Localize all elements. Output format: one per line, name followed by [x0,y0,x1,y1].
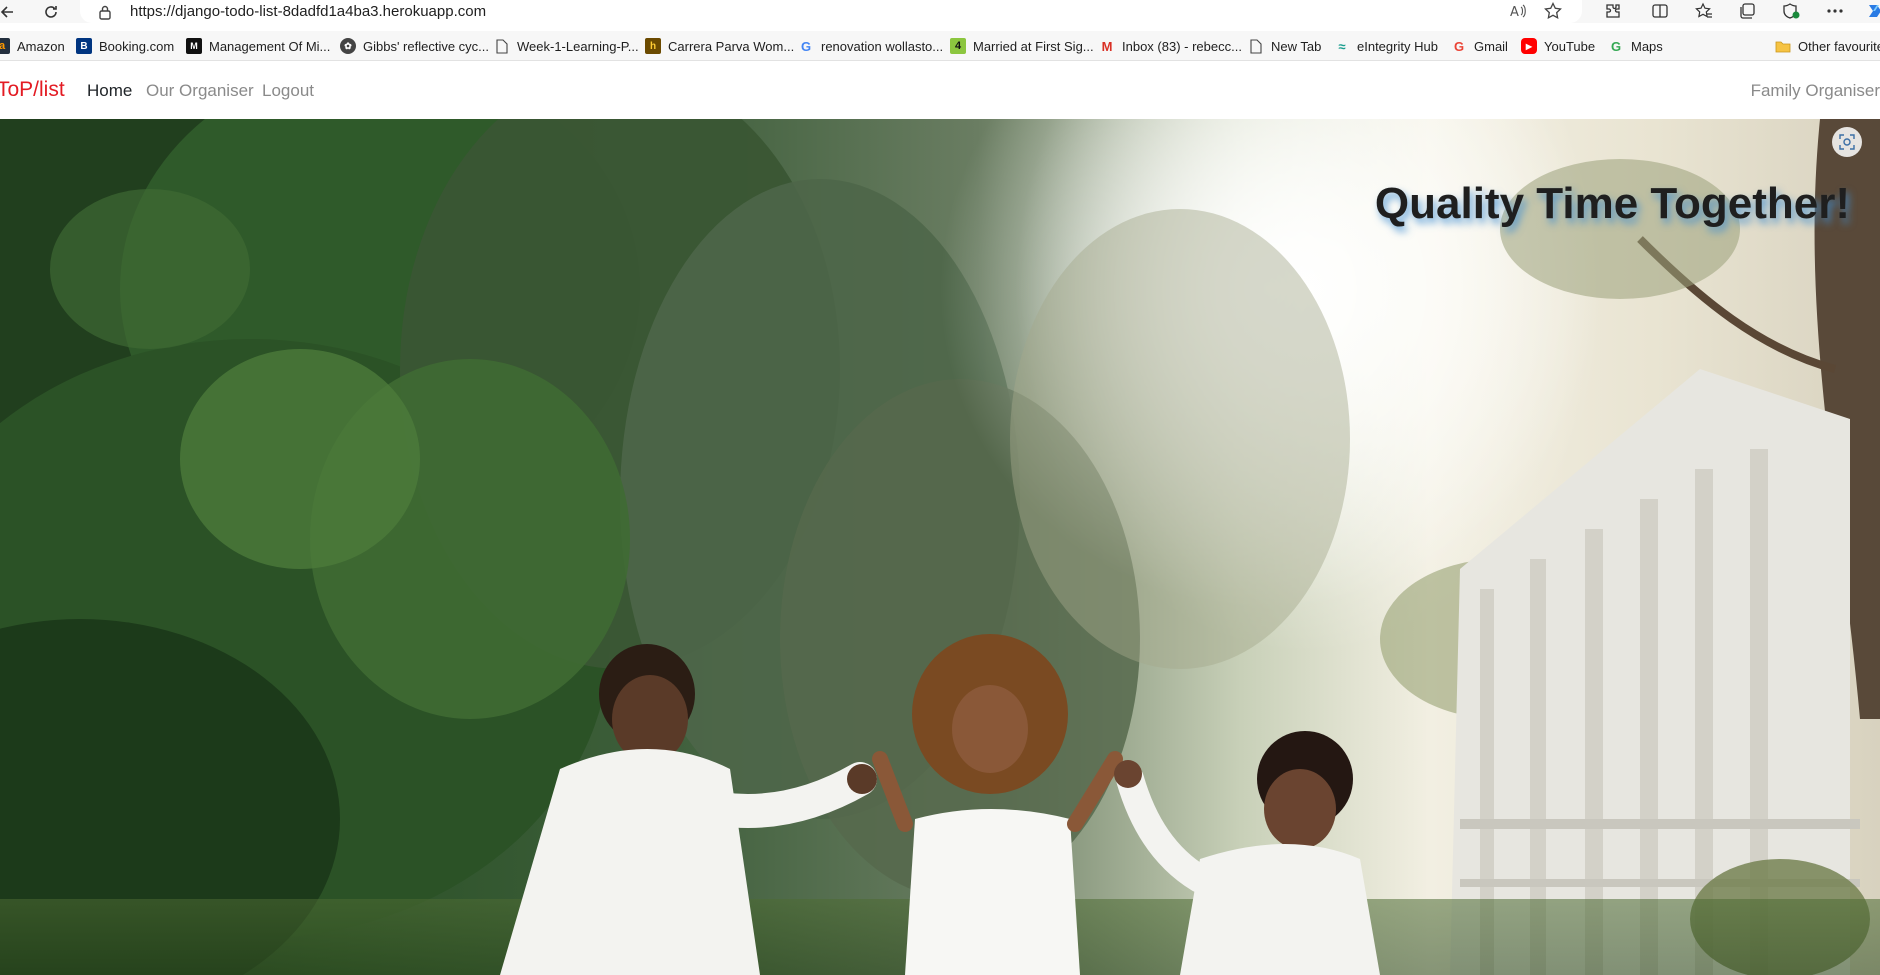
favourite-label: Amazon [17,38,65,54]
hero-photo [0,119,1880,975]
favourite-item[interactable]: G Maps [1608,36,1663,56]
favourite-label: Booking.com [99,38,175,54]
google-icon: G [1453,38,1465,54]
favourite-label: Inbox (83) - rebecc... [1122,38,1242,54]
visual-search-icon[interactable] [1832,127,1862,157]
page-favicon-icon: M [186,38,202,54]
browser-toolbar: https://django-todo-list-8dadfd1a4ba3.he… [0,0,1880,23]
youtube-icon: ▶ [1521,38,1537,54]
favourite-item[interactable]: Week-1-Learning-P... [494,36,639,56]
channel4-icon: 4 [950,38,966,54]
lock-icon[interactable] [98,4,114,20]
favourite-item[interactable]: G Gmail [1451,36,1508,56]
folder-icon [1775,38,1791,54]
collections-icon[interactable] [1735,0,1759,22]
extensions-icon[interactable] [1601,0,1625,22]
hero-title: Quality Time Together! [1374,179,1850,228]
favourite-item[interactable]: h Carrera Parva Wom... [645,36,794,56]
svg-text:A: A [1510,5,1519,19]
copilot-icon[interactable] [1862,0,1880,22]
google-icon: G [1610,38,1622,54]
nav-logout[interactable]: Logout [262,81,314,101]
favourites-bar: a Amazon B Booking.com M Management Of M… [0,31,1880,61]
other-favourites-label: Other favourite [1798,38,1880,54]
gibbs-icon: ✿ [340,38,356,54]
booking-icon: B [76,38,92,54]
favourite-item[interactable]: G renovation wollasto... [798,36,943,56]
favourite-item[interactable]: 4 Married at First Sig... [950,36,1094,56]
favourite-item[interactable]: M Management Of Mi... [186,36,330,56]
favourite-label: Married at First Sig... [973,38,1094,54]
favourite-label: Gmail [1474,38,1508,54]
other-favourites[interactable]: Other favourite [1775,36,1880,56]
favourite-item[interactable]: ✿ Gibbs' reflective cyc... [340,36,489,56]
document-icon [494,38,510,54]
hero-banner: Quality Time Together! [0,119,1880,975]
favourite-item[interactable]: a Amazon [0,36,65,56]
favourite-label: Gibbs' reflective cyc... [363,38,490,54]
gmail-icon: M [1101,38,1113,54]
nav-home[interactable]: Home [87,81,132,101]
browser-essentials-icon[interactable] [1779,0,1803,22]
document-icon [1248,38,1264,54]
back-icon[interactable] [0,0,18,23]
read-aloud-icon[interactable]: A [1508,1,1530,21]
google-icon: G [800,38,812,54]
favourite-star-icon[interactable] [1542,1,1564,21]
favourite-label: Carrera Parva Wom... [668,38,795,54]
favourites-icon[interactable] [1692,0,1716,22]
carrera-icon: h [645,38,661,54]
favourite-item[interactable]: ▶ YouTube [1521,36,1595,56]
site-navbar: ToP/list Home Our Organiser Logout Famil… [0,62,1880,119]
favourite-label: Management Of Mi... [209,38,331,54]
address-bar[interactable]: https://django-todo-list-8dadfd1a4ba3.he… [80,0,1582,23]
favourite-label: New Tab [1271,38,1322,54]
favourite-label: eIntegrity Hub [1357,38,1438,54]
favourite-item[interactable]: ≈ eIntegrity Hub [1334,36,1438,56]
favourite-label: Week-1-Learning-P... [517,38,639,54]
favourite-item[interactable]: New Tab [1248,36,1321,56]
favourite-label: renovation wollasto... [821,38,944,54]
favourite-label: YouTube [1544,38,1596,54]
favourite-item[interactable]: M Inbox (83) - rebecc... [1099,36,1242,56]
brand-logo[interactable]: ToP/list [0,78,65,102]
url-text[interactable]: https://django-todo-list-8dadfd1a4ba3.he… [130,3,486,20]
site-tagline: Family Organiser [1750,81,1880,100]
more-options-icon[interactable] [1823,0,1847,22]
nav-our-organiser[interactable]: Our Organiser [146,81,254,101]
favourite-label: Maps [1631,38,1663,54]
amazon-icon: a [0,38,10,54]
refresh-icon[interactable] [40,0,62,23]
split-screen-icon[interactable] [1648,0,1672,22]
favourite-item[interactable]: B Booking.com [76,36,174,56]
eintegrity-icon: ≈ [1338,38,1346,54]
